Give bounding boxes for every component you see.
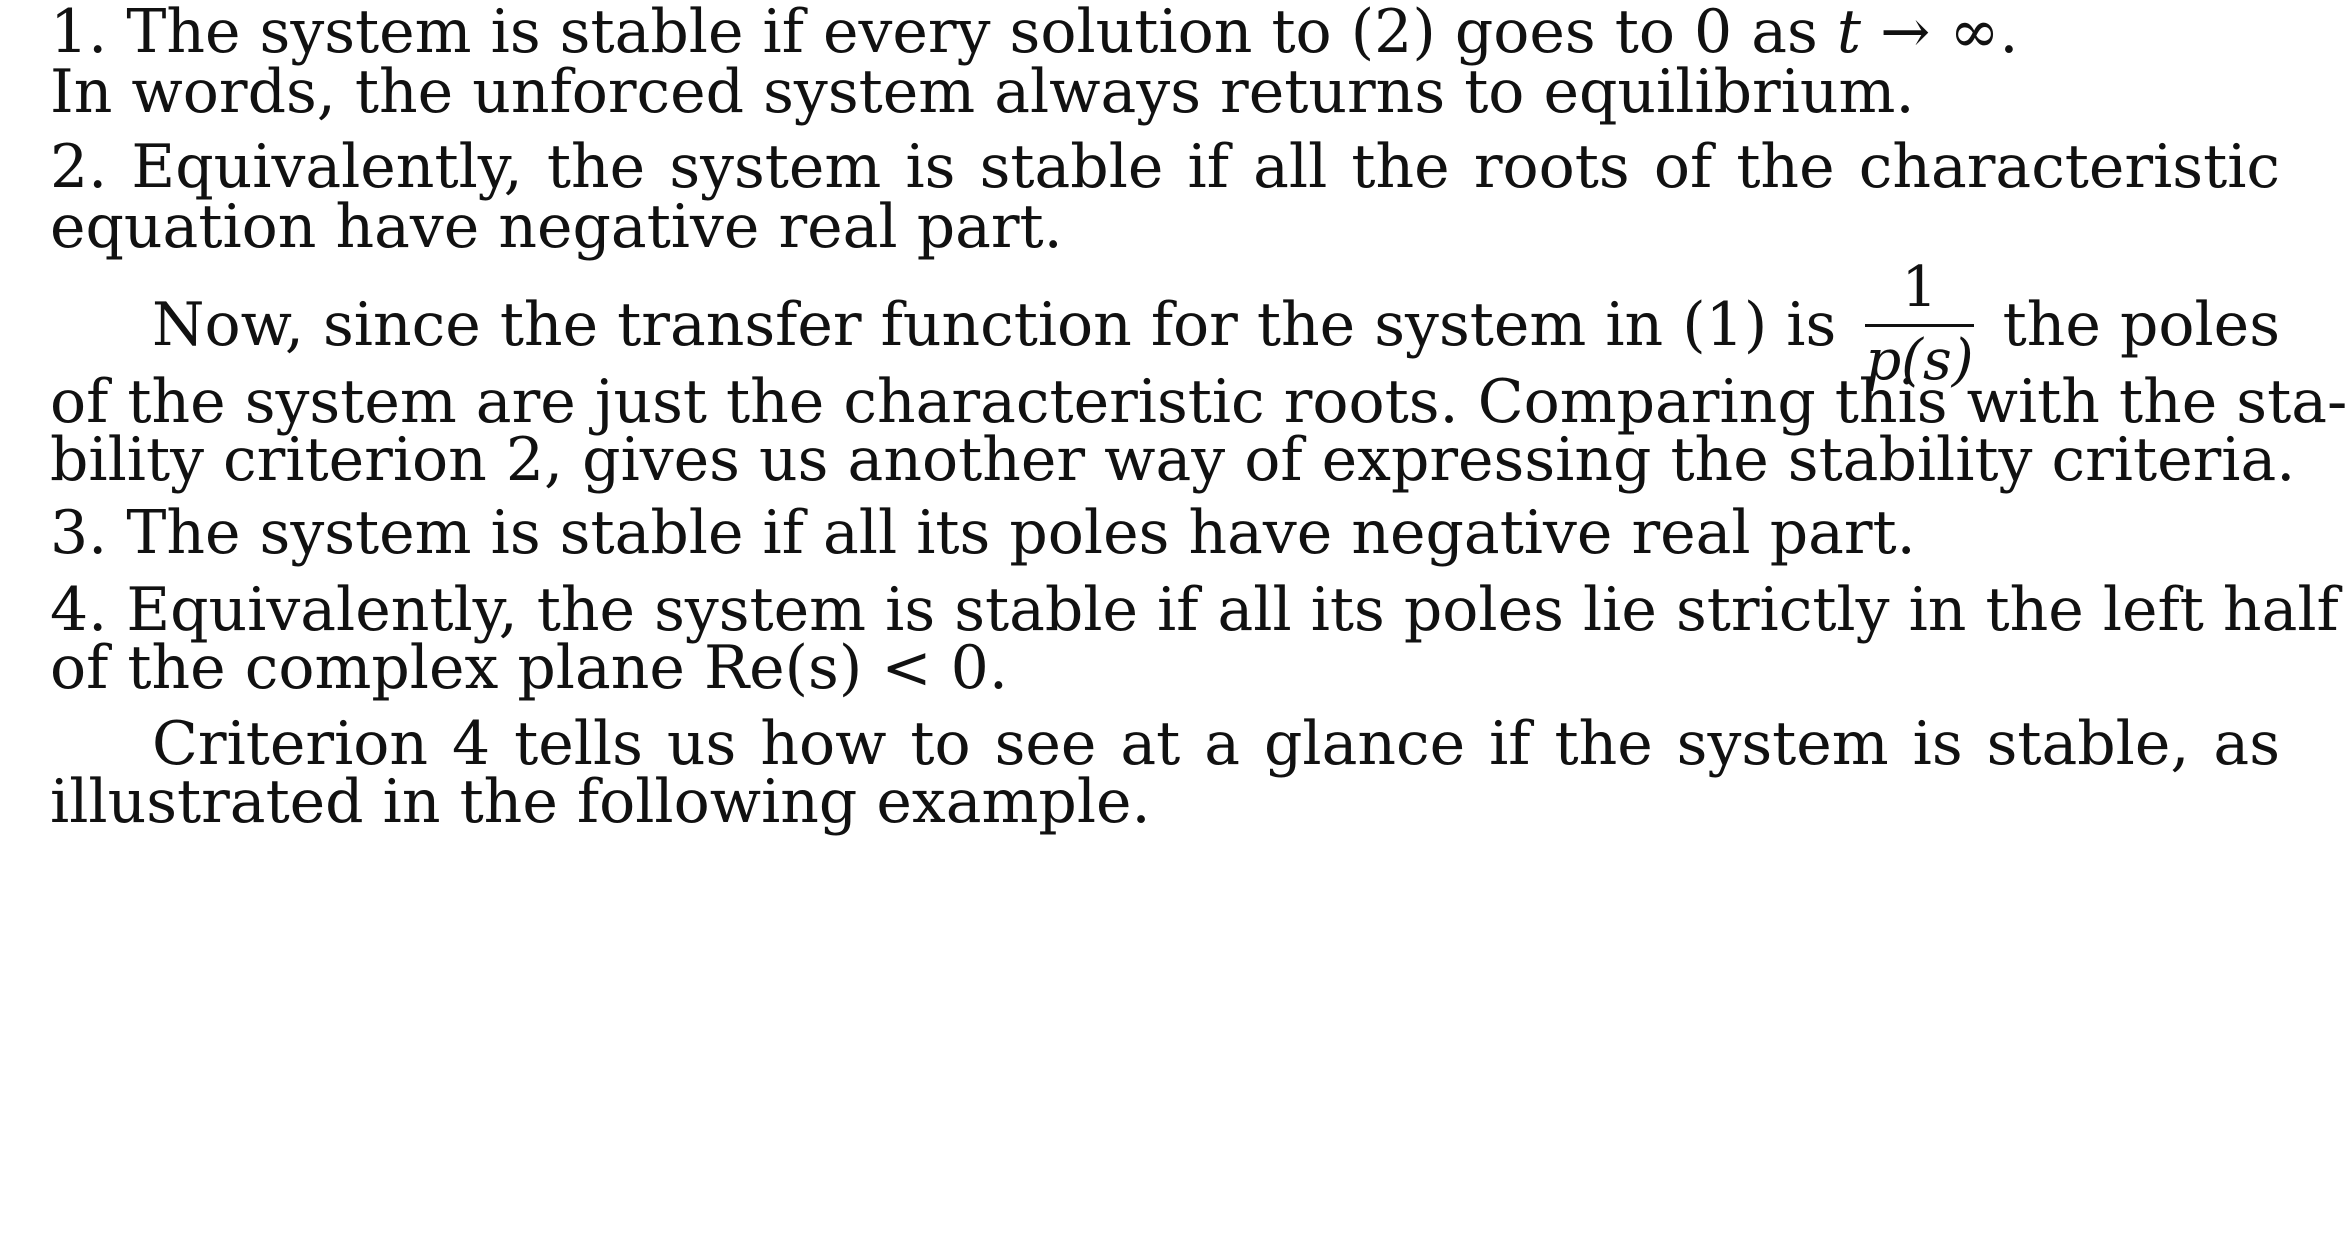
item-1-line-1: 1. The system is stable if every solutio… <box>50 2 2019 62</box>
item-4-line-2: of the complex plane Re(s) < 0. <box>50 638 1008 698</box>
paragraph-1-line-3: bility criterion 2, gives us another way… <box>50 425 2296 495</box>
paragraph-1-line-2: of the system are just the characteristi… <box>50 367 2345 437</box>
paragraph-2-line-1: Criterion 4 tells us how to see at a gla… <box>152 709 2280 779</box>
item-2-line-2: equation have negative real part. <box>50 192 1063 262</box>
document-page: 1. The system is stable if every solutio… <box>0 0 2345 1248</box>
item-4-math-condition: Re(s) < 0. <box>703 633 1008 703</box>
fraction-bar <box>1865 324 1974 327</box>
paragraph-2-line-2: illustrated in the following example. <box>50 767 1151 837</box>
fraction-numerator: 1 <box>1901 255 1938 320</box>
paragraph-1-text-suffix: the poles <box>2002 289 2280 360</box>
item-4-text-prefix: of the complex plane <box>50 633 704 703</box>
item-3-line-1: 3. The system is stable if all its poles… <box>50 498 1916 568</box>
item-1-line-2: In words, the unforced system always ret… <box>50 57 1915 127</box>
paragraph-1-text-prefix: Now, since the transfer function for the… <box>152 289 1837 360</box>
item-4-line-1: 4. Equivalently, the system is stable if… <box>50 575 2339 645</box>
item-2-line-1: 2. Equivalently, the system is stable if… <box>50 132 2280 202</box>
